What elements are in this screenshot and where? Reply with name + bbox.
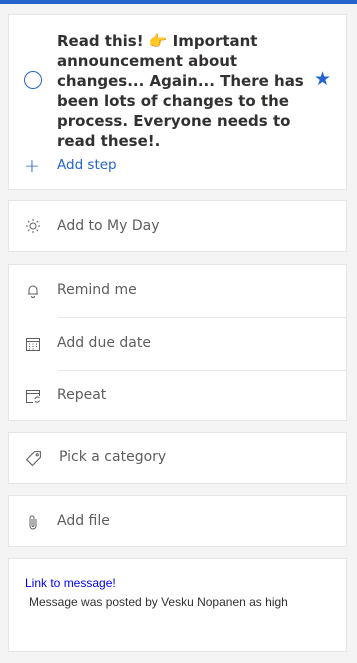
bell-icon <box>24 282 42 300</box>
due-date-label: Add due date <box>57 335 151 351</box>
repeat-label: Repeat <box>57 387 107 403</box>
pick-category-label: Pick a category <box>59 449 167 465</box>
add-step-button[interactable]: Add step <box>57 157 117 173</box>
message-link[interactable]: Link to message! <box>25 576 116 590</box>
add-to-my-day-label: Add to My Day <box>57 218 160 234</box>
calendar-icon <box>24 335 42 353</box>
remind-me-label: Remind me <box>57 282 137 298</box>
category-card[interactable]: Pick a category <box>8 432 347 484</box>
repeat-calendar-icon <box>24 387 42 405</box>
plus-icon[interactable]: + <box>24 156 40 176</box>
due-date-row[interactable]: Add due date <box>9 318 346 370</box>
sun-icon <box>24 217 42 235</box>
add-to-my-day-card[interactable]: Add to My Day <box>8 200 347 252</box>
remind-me-row[interactable]: Remind me <box>9 265 346 317</box>
tag-icon <box>24 449 42 467</box>
accent-top-bar <box>0 0 357 4</box>
dates-card: Remind me Add due date Repeat <box>8 264 347 421</box>
note-card[interactable]: Link to message! Message was posted by V… <box>8 558 347 652</box>
note-body-text: Message was posted by Vesku Nopanen as h… <box>29 595 288 609</box>
repeat-row[interactable]: Repeat <box>9 371 346 421</box>
task-title[interactable]: Read this! 👉 Important announcement abou… <box>57 31 307 151</box>
task-title-card: Read this! 👉 Important announcement abou… <box>8 14 347 190</box>
complete-task-checkbox[interactable] <box>24 71 42 89</box>
star-icon[interactable]: ★ <box>314 69 331 89</box>
file-card[interactable]: Add file <box>8 495 347 547</box>
add-file-label: Add file <box>57 513 110 529</box>
paperclip-icon <box>24 513 42 531</box>
